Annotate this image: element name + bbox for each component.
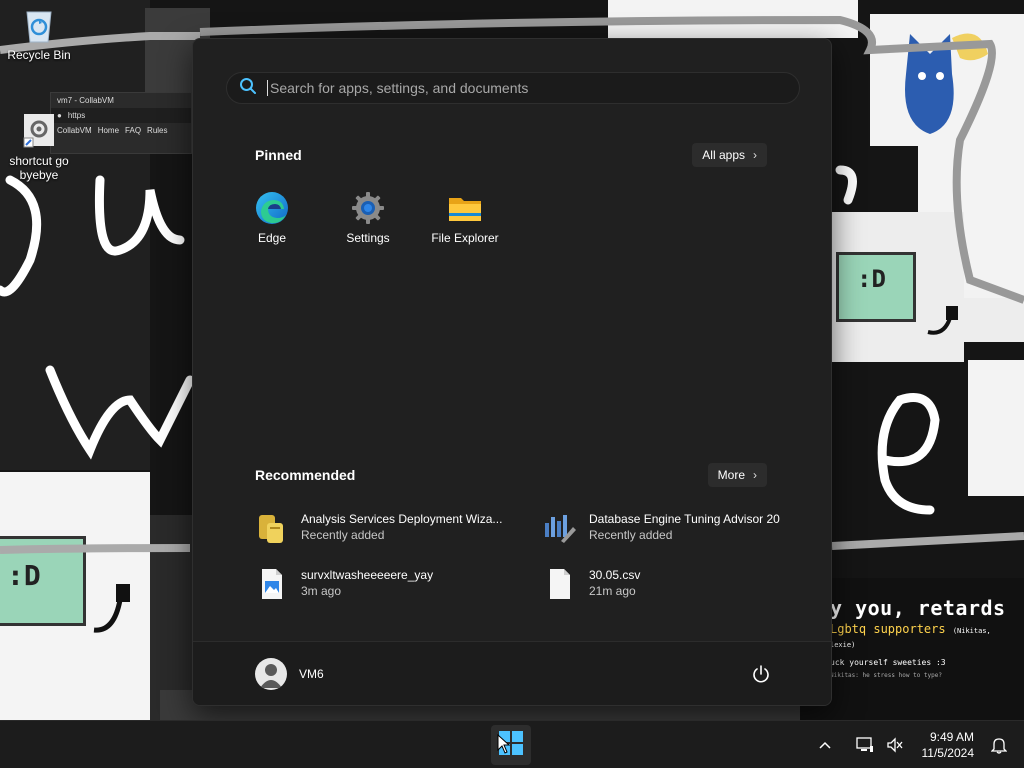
recommended-item[interactable]: survxltwasheeeeere_yay 3m ago (255, 567, 525, 601)
deployment-wizard-icon (255, 511, 289, 545)
folder-icon (448, 191, 482, 225)
recommended-item-name: 30.05.csv (589, 568, 641, 582)
pinned-title: Pinned (255, 147, 302, 163)
text-caret (267, 80, 268, 96)
pinned-app-label: File Explorer (431, 231, 499, 245)
recommended-item-name: survxltwasheeeeere_yay (301, 568, 434, 582)
recommended-item-name: Analysis Services Deployment Wiza... (301, 512, 503, 526)
recommended-item-subtitle: Recently added (589, 528, 673, 542)
settings-gear-icon (351, 191, 385, 225)
all-apps-button[interactable]: All apps › (692, 143, 767, 167)
recommended-title: Recommended (255, 467, 356, 483)
desktop-icon-label: shortcut go byebye (9, 154, 69, 182)
desktop-icon-label: Recycle Bin (7, 48, 71, 62)
user-account-button[interactable]: VM6 (255, 658, 324, 690)
clock-time: 9:49 AM (929, 730, 974, 744)
all-apps-label: All apps (702, 148, 745, 162)
tuning-advisor-icon (543, 511, 577, 545)
power-icon[interactable] (751, 664, 771, 684)
search-placeholder: Search for apps, settings, and documents (270, 80, 529, 96)
taskbar: 9:49 AM 11/5/2024 (0, 720, 1024, 768)
system-tray: 9:49 AM 11/5/2024 (810, 721, 1024, 768)
recommended-item-subtitle: 3m ago (301, 584, 342, 598)
recommended-item-name: Database Engine Tuning Advisor 20 (589, 512, 780, 526)
gear-shortcut-icon (22, 112, 56, 150)
recommended-item-subtitle: 21m ago (589, 584, 636, 598)
user-name: VM6 (299, 667, 324, 681)
notification-bell-icon[interactable] (988, 734, 1010, 756)
pinned-app-label: Edge (257, 231, 287, 245)
browser-tab-row: vm7 - CollabVM (51, 93, 191, 108)
search-icon (239, 77, 257, 100)
recommended-item-subtitle: Recently added (301, 528, 385, 542)
clock[interactable]: 9:49 AM 11/5/2024 (922, 729, 975, 761)
mouse-cursor-icon (497, 733, 511, 759)
volume-muted-icon[interactable] (884, 734, 906, 756)
avatar (255, 658, 287, 690)
chevron-right-icon: › (753, 148, 757, 162)
chevron-up-icon[interactable] (814, 734, 836, 756)
edge-icon (255, 191, 289, 225)
desktop-icon-recycle-bin[interactable]: Recycle Bin (0, 6, 78, 62)
pinned-app-settings[interactable]: Settings (320, 191, 416, 245)
chevron-right-icon: › (753, 468, 757, 482)
browser-nav-faq: FAQ (125, 126, 142, 135)
more-label: More (717, 468, 745, 482)
more-button[interactable]: More › (707, 463, 767, 487)
browser-nav-home: Home (97, 126, 120, 135)
recommended-item[interactable]: Analysis Services Deployment Wiza... Rec… (255, 511, 525, 545)
start-menu-footer: VM6 (193, 641, 831, 705)
recommended-item[interactable]: 30.05.csv 21m ago (543, 567, 813, 601)
recycle-bin-icon (22, 6, 56, 44)
browser-tab-title: vm7 - CollabVM (57, 96, 114, 105)
recommended-item-text: 30.05.csv 21m ago (589, 567, 640, 599)
pinned-app-edge[interactable]: Edge (224, 191, 320, 245)
recommended-item[interactable]: Database Engine Tuning Advisor 20 Recent… (543, 511, 813, 545)
search-input[interactable]: Search for apps, settings, and documents (226, 72, 800, 104)
pinned-app-label: Settings (346, 231, 390, 245)
blank-file-icon (543, 567, 577, 601)
image-file-icon (255, 567, 289, 601)
recommended-item-text: Analysis Services Deployment Wiza... Rec… (301, 511, 502, 543)
network-icon[interactable] (854, 734, 876, 756)
browser-nav-rules: Rules (147, 126, 168, 135)
clock-date: 11/5/2024 (921, 746, 975, 760)
recommended-item-text: survxltwasheeeeere_yay 3m ago (301, 567, 433, 599)
recommended-item-text: Database Engine Tuning Advisor 20 Recent… (589, 511, 780, 543)
start-menu: Search for apps, settings, and documents… (192, 38, 832, 706)
desktop-icon-shortcut[interactable]: shortcut go byebye (0, 112, 78, 182)
pinned-app-file-explorer[interactable]: File Explorer (417, 191, 513, 245)
